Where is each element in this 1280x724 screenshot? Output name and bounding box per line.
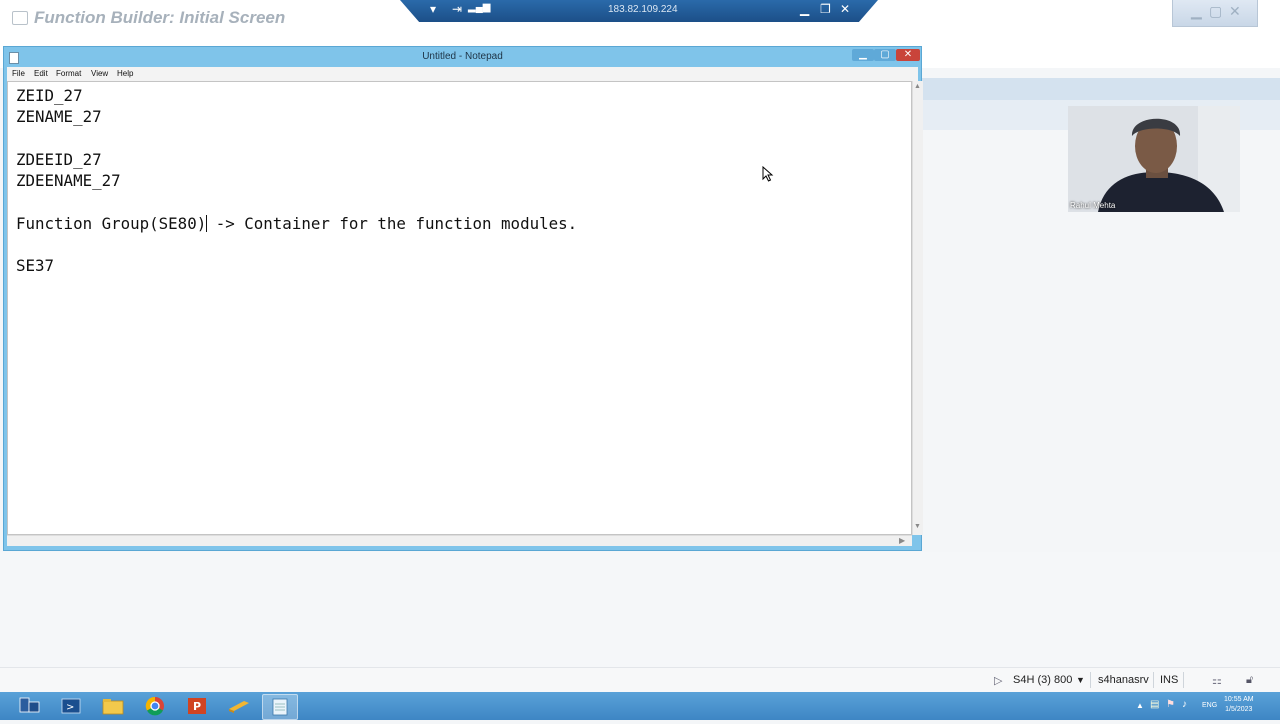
- sap-screen-title: Function Builder: Initial Screen: [34, 8, 286, 27]
- server-name: s4hanasrv: [1098, 674, 1149, 686]
- text-before-caret: ZEID_27 ZENAME_27 ZDEEID_27 ZDEENAME_27 …: [16, 86, 207, 233]
- menu-format[interactable]: Format: [56, 69, 81, 78]
- sap-status-bar: ▷ S4H (3) 800 ▼ s4hanasrv INS ⚏ 🔓︎: [0, 667, 1280, 693]
- sap-application-toolbar: [922, 78, 1280, 100]
- server-manager-icon[interactable]: [12, 694, 46, 718]
- close-button[interactable]: ✕: [896, 49, 920, 61]
- chrome-icon[interactable]: [138, 694, 172, 718]
- minimize-button[interactable]: ▁: [852, 49, 874, 61]
- status-divider: [1090, 672, 1091, 688]
- powerpoint-icon[interactable]: P: [180, 694, 214, 718]
- webcam-overlay: Rahul Mehta: [1068, 106, 1240, 212]
- layout-icon[interactable]: ⚏: [1212, 674, 1222, 687]
- notepad-icon[interactable]: [262, 694, 298, 720]
- notepad-title: Untitled - Notepad: [422, 51, 503, 62]
- mouse-pointer-icon: [762, 166, 774, 182]
- notepad-content: ZEID_27 ZENAME_27 ZDEEID_27 ZDEENAME_27 …: [16, 85, 577, 277]
- menu-edit[interactable]: Edit: [34, 69, 48, 78]
- close-icon[interactable]: ✕: [840, 2, 850, 16]
- menu-view[interactable]: View: [91, 69, 108, 78]
- maximize-button[interactable]: ▢: [874, 49, 896, 61]
- volume-icon[interactable]: ♪: [1182, 699, 1187, 710]
- participant-name: Rahul Mehta: [1070, 201, 1116, 210]
- language-indicator[interactable]: ENG: [1202, 702, 1217, 709]
- powershell-icon[interactable]: >: [54, 694, 88, 718]
- tray-chevron-icon[interactable]: ▲: [1136, 701, 1144, 710]
- clock-time: 10:55 AM: [1224, 696, 1254, 703]
- sap-logon-icon[interactable]: [222, 694, 256, 718]
- sap-window-icon: [12, 11, 28, 25]
- sap-window-controls: ▁ ▢ ✕: [1172, 0, 1258, 27]
- notepad-text-area[interactable]: ZEID_27 ZENAME_27 ZDEEID_27 ZDEENAME_27 …: [7, 81, 912, 535]
- system-dropdown-icon[interactable]: ▼: [1076, 675, 1085, 685]
- vertical-scrollbar[interactable]: ▲ ▼: [912, 81, 923, 535]
- scroll-up-icon[interactable]: ▲: [914, 83, 921, 90]
- scroll-down-icon[interactable]: ▼: [914, 523, 921, 530]
- status-divider: [1183, 672, 1184, 688]
- close-icon[interactable]: ✕: [1229, 3, 1241, 20]
- sap-screen-body: [0, 552, 1280, 667]
- dropdown-icon[interactable]: ▾: [430, 2, 436, 16]
- input-mode: INS: [1160, 674, 1179, 686]
- notepad-title-bar[interactable]: Untitled - Notepad ▁ ▢ ✕: [4, 47, 921, 67]
- signal-icon: ▂▄▆: [468, 2, 491, 13]
- menu-file[interactable]: File: [12, 69, 25, 78]
- notepad-menu-bar: File Edit Format View Help: [7, 67, 918, 81]
- windows-taskbar: > P ▲ ▤ ⚑ ♪ ENG 10:55 AM 1/5/2023: [0, 692, 1280, 720]
- file-explorer-icon[interactable]: [96, 694, 130, 718]
- network-icon[interactable]: ▤: [1150, 699, 1159, 710]
- maximize-icon[interactable]: ▢: [1209, 3, 1222, 20]
- minimize-icon[interactable]: ▁: [800, 2, 809, 16]
- menu-help[interactable]: Help: [117, 69, 133, 78]
- svg-text:>: >: [66, 702, 74, 713]
- tray-clock[interactable]: 10:55 AM 1/5/2023: [1224, 695, 1254, 715]
- pin-icon[interactable]: ⇥: [452, 2, 462, 16]
- action-center-icon[interactable]: ⚑: [1166, 699, 1175, 710]
- status-divider: [1153, 672, 1154, 688]
- scroll-right-icon[interactable]: ▶: [899, 536, 905, 545]
- webcam-video: [1068, 106, 1240, 212]
- remote-address: 183.82.109.224: [608, 4, 678, 15]
- minimize-icon[interactable]: ▁: [1191, 3, 1202, 20]
- clock-date: 1/5/2023: [1225, 706, 1253, 713]
- restore-icon[interactable]: ❐: [820, 2, 831, 16]
- play-icon[interactable]: ▷: [994, 674, 1002, 687]
- notepad-window: Untitled - Notepad ▁ ▢ ✕ File Edit Forma…: [3, 46, 923, 551]
- horizontal-scrollbar[interactable]: ▶: [7, 535, 912, 546]
- svg-text:P: P: [193, 700, 201, 713]
- remote-desktop-bar: ▾ ⇥ ▂▄▆ 183.82.109.224 ▁ ❐ ✕: [400, 0, 878, 22]
- system-info: S4H (3) 800: [1013, 674, 1073, 686]
- lock-icon[interactable]: 🔓︎: [1246, 674, 1253, 687]
